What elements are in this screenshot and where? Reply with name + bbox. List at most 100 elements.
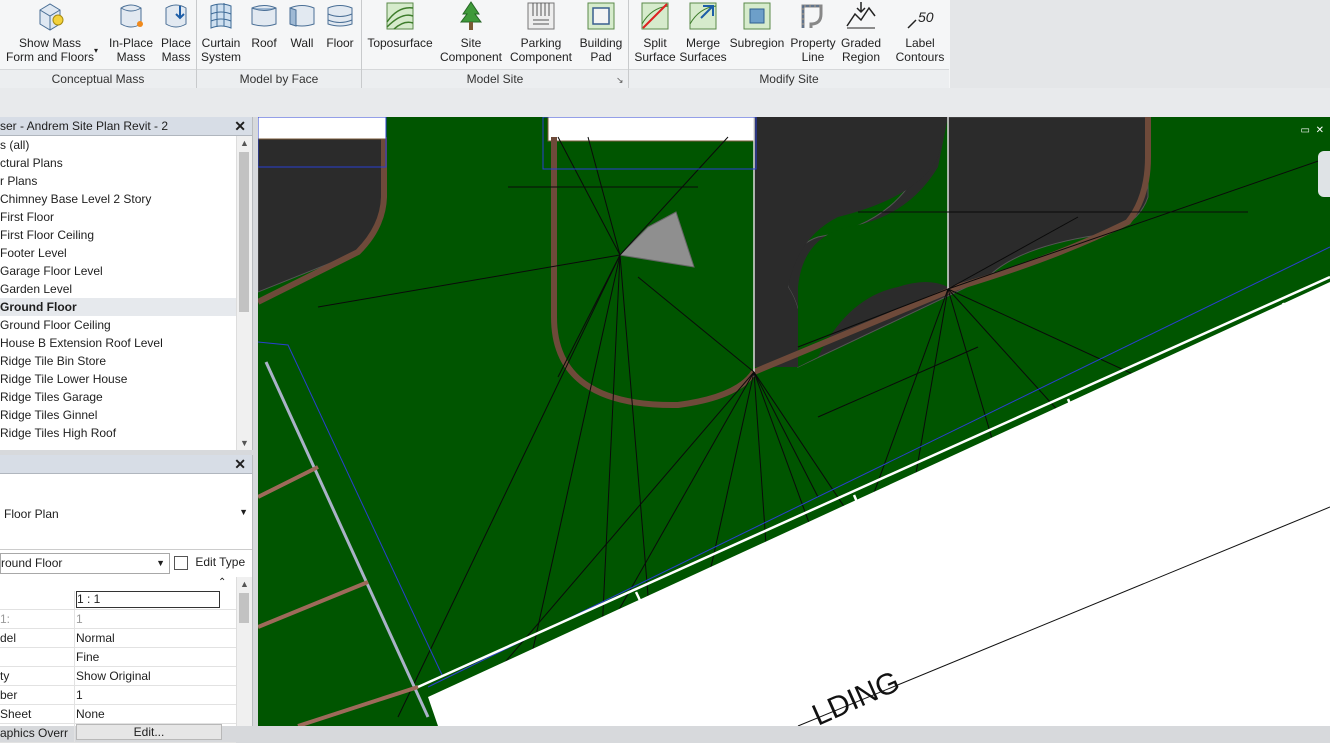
drawing-canvas[interactable]: PARKING BAY 11 PARKING BAY 12 PARKING BA…	[258, 117, 1330, 726]
property-name: ber	[0, 686, 75, 704]
property-value[interactable]: Fine	[76, 648, 220, 666]
tree-item[interactable]: Ridge Tile Lower House	[0, 370, 236, 388]
site-component-button[interactable]: Site Component	[438, 0, 504, 70]
merge-surfaces-button[interactable]: Merge Surfaces	[679, 0, 727, 70]
group-label-model-by-face: Model by Face	[197, 69, 361, 88]
toposurface-label: Toposurface	[367, 36, 433, 50]
tree-item[interactable]: s (all)	[0, 136, 236, 154]
group-conceptual-mass: Show Mass Form and Floors ▾ In-Place Mas…	[0, 0, 197, 88]
property-name: ty	[0, 667, 75, 685]
toposurface-button[interactable]: Toposurface	[364, 0, 436, 70]
dropdown-arrow-icon[interactable]: ▾	[94, 46, 98, 55]
edit-type-button[interactable]: Edit Type	[172, 553, 248, 572]
subregion-label: Subregion	[729, 36, 785, 50]
property-line-button[interactable]: Property Line	[787, 0, 839, 70]
chevron-down-icon: ▼	[156, 558, 165, 568]
properties-palette: ✕ Floor Plan ▼ round Floor ▼ Edit Type ⌃…	[0, 455, 253, 743]
scroll-thumb[interactable]	[239, 593, 249, 623]
group-label-model-site: Model Site	[362, 69, 628, 88]
split-surface-button[interactable]: Split Surface	[631, 0, 679, 70]
ribbon-empty-area	[950, 0, 1330, 88]
floor-button[interactable]: Floor	[321, 0, 359, 70]
site-component-label-2: Component	[439, 50, 503, 64]
floor-label: Floor	[326, 36, 354, 50]
type-selector[interactable]: Floor Plan ▼	[0, 475, 252, 550]
place-mass-label-2: Mass	[161, 50, 191, 64]
type-name: Floor Plan	[4, 507, 59, 521]
show-mass-button[interactable]: Show Mass Form and Floors ▾	[2, 0, 98, 70]
property-row: aphics Overr Edit...	[0, 724, 236, 743]
place-mass-button[interactable]: Place Mass	[156, 0, 196, 70]
parking-component-label-2: Component	[509, 50, 573, 64]
show-mass-icon	[39, 3, 64, 31]
building-outline	[258, 117, 387, 140]
curtain-system-button[interactable]: Curtain System	[199, 0, 243, 70]
subregion-button[interactable]: Subregion	[727, 0, 787, 70]
edit-button[interactable]: Edit...	[76, 724, 222, 740]
scroll-thumb[interactable]	[239, 152, 249, 312]
collapse-icon[interactable]: ⌃	[218, 577, 226, 588]
group-model-site: Toposurface Site Component Parking Compo…	[362, 0, 629, 88]
label-contours-label-2: Contours	[895, 50, 945, 64]
tree-item[interactable]: ctural Plans	[0, 154, 236, 172]
tree-item[interactable]: Ridge Tiles Ginnel	[0, 406, 236, 424]
property-value[interactable]: 1 : 1	[76, 591, 220, 608]
tree-item[interactable]: Ground Floor	[0, 298, 236, 316]
roof-button[interactable]: Roof	[245, 0, 283, 70]
tree-item[interactable]: r Plans	[0, 172, 236, 190]
close-icon[interactable]: ✕	[234, 117, 246, 135]
close-icon[interactable]: ✕	[234, 455, 246, 473]
scroll-up-icon[interactable]: ▲	[237, 136, 252, 150]
close-icon[interactable]: ✕	[1316, 125, 1324, 136]
dialog-launcher-icon[interactable]: ↘	[616, 76, 624, 85]
kerb	[551, 137, 757, 409]
tree-item[interactable]: Garage Floor Level	[0, 262, 236, 280]
curtain-system-icon	[210, 3, 232, 29]
property-value[interactable]: 1	[76, 686, 220, 704]
property-value[interactable]: Normal	[76, 629, 220, 647]
parking-icon	[527, 2, 555, 30]
property-value[interactable]: 1	[76, 610, 220, 628]
graded-region-button[interactable]: Graded Region	[837, 0, 885, 70]
property-row: ber 1	[0, 686, 236, 705]
retaining-wall	[264, 361, 430, 718]
tree-item[interactable]: Chimney Base Level 2 Story	[0, 190, 236, 208]
property-line-icon	[801, 4, 823, 28]
parking-component-button[interactable]: Parking Component	[506, 0, 576, 70]
property-name: aphics Overr	[0, 724, 75, 742]
tree-item[interactable]: Garden Level	[0, 280, 236, 298]
label-contours-icon: 50	[907, 9, 934, 29]
site-plan-drawing[interactable]: PARKING BAY 11 PARKING BAY 12 PARKING BA…	[258, 117, 1330, 726]
tree-item[interactable]: First Floor	[0, 208, 236, 226]
tree-item[interactable]: Ridge Tiles Garage	[0, 388, 236, 406]
tree-item[interactable]: Ground Floor Ceiling	[0, 316, 236, 334]
properties-title-bar: ✕	[0, 455, 252, 474]
label-contours-button[interactable]: 50 Label Contours	[891, 0, 949, 70]
in-place-mass-label: In-Place	[108, 36, 154, 50]
tree-item[interactable]: Ridge Tiles High Roof	[0, 424, 236, 442]
restore-icon[interactable]: ▭	[1301, 125, 1310, 136]
split-surface-icon	[641, 2, 669, 30]
properties-scrollbar[interactable]: ▲	[236, 577, 252, 726]
property-value[interactable]: Show Original	[76, 667, 220, 685]
merge-surfaces-label: Merge	[685, 36, 720, 50]
property-name: 1:	[0, 610, 75, 628]
toposurface-icon	[386, 2, 414, 30]
building-pad-button[interactable]: Building Pad	[576, 0, 626, 70]
tree-item[interactable]: First Floor Ceiling	[0, 226, 236, 244]
tree-item[interactable]: Footer Level	[0, 244, 236, 262]
curtain-system-label-2: System	[200, 50, 241, 64]
tree-item[interactable]: Ridge Tile Bin Store	[0, 352, 236, 370]
browser-scrollbar[interactable]: ▲ ▼	[236, 136, 252, 450]
navigation-bar[interactable]	[1318, 151, 1330, 197]
property-value[interactable]: None	[76, 705, 220, 723]
chevron-down-icon[interactable]: ▼	[239, 507, 248, 517]
tree-item[interactable]: House B Extension Roof Level	[0, 334, 236, 352]
scroll-down-icon[interactable]: ▼	[237, 436, 252, 450]
in-place-mass-button[interactable]: In-Place Mass	[104, 0, 158, 70]
graded-region-label: Graded	[840, 36, 882, 50]
parking-component-label: Parking	[520, 36, 562, 50]
instance-filter-dropdown[interactable]: round Floor ▼	[0, 553, 170, 574]
scroll-up-icon[interactable]: ▲	[237, 577, 252, 591]
wall-button[interactable]: Wall	[283, 0, 321, 70]
